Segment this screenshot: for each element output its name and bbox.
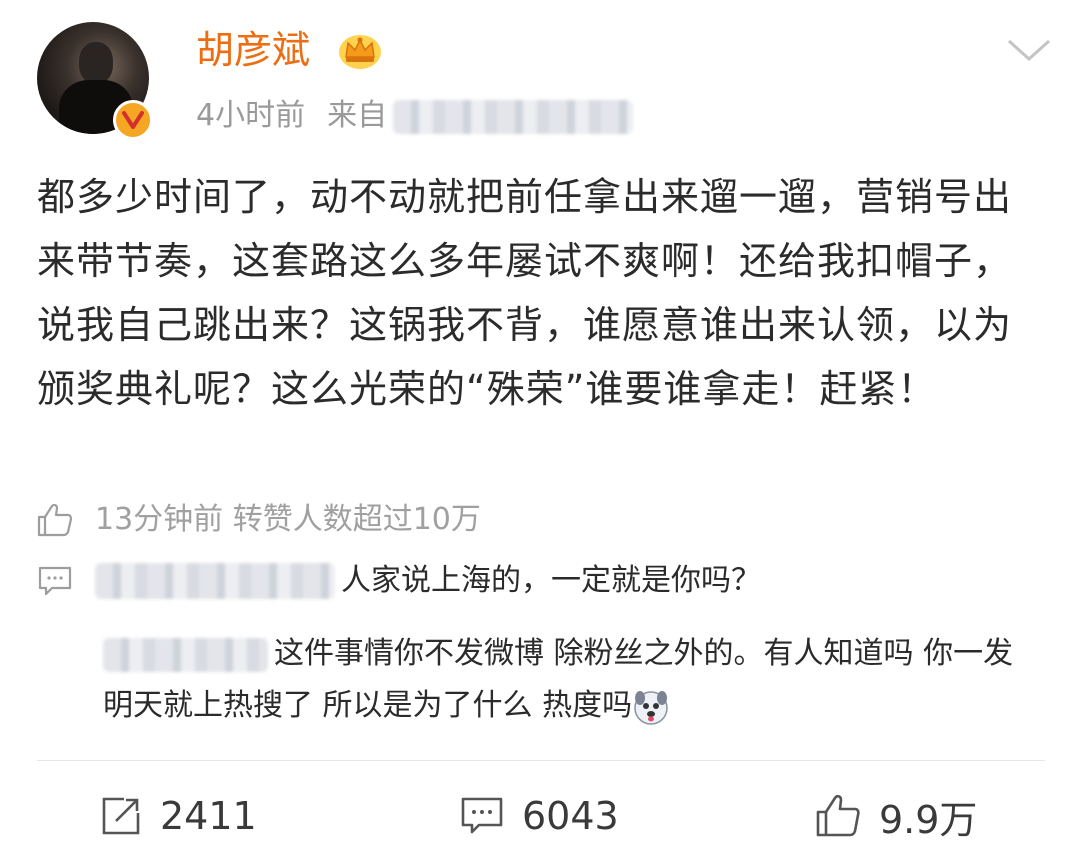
blurred-commenter[interactable] (103, 637, 268, 672)
verified-v-icon (113, 100, 153, 140)
blurred-source (393, 99, 634, 134)
weibo-post: 胡彦斌 4小时前 来自 都多少时间了，动不动就把前任拿出来遛一遛，营销号出来带节奏… (0, 0, 1080, 858)
divider (37, 760, 1045, 761)
repost-count: 2411 (160, 794, 257, 838)
username[interactable]: 胡彦斌 (196, 28, 310, 72)
comment-count: 6043 (522, 794, 619, 838)
comment-icon[interactable] (37, 565, 73, 597)
blurred-commenter[interactable] (95, 563, 335, 599)
comment-button[interactable]: 6043 (460, 788, 619, 844)
dog-face-emoji-icon (634, 690, 668, 725)
comment-row: 人家说上海的，一定就是你吗？ (37, 561, 761, 601)
source-label: 来自 (327, 98, 388, 133)
comment-text: 人家说上海的，一定就是你吗？ (341, 563, 761, 598)
comment-icon (461, 797, 503, 834)
comment-item: 这件事情你不发微博 除粉丝之外的。有人知道吗 你一发明天就上热搜了 所以是为了什… (103, 628, 1033, 732)
repost-button[interactable]: 2411 (100, 788, 257, 844)
post-time: 4小时前 (196, 98, 306, 133)
chevron-down-icon[interactable] (1005, 35, 1053, 65)
crown-vip-icon[interactable] (337, 30, 383, 70)
like-note: 13分钟前 转赞人数超过10万 (95, 502, 481, 537)
thumbs-up-icon (816, 794, 860, 837)
like-note-row: 13分钟前 转赞人数超过10万 (37, 500, 481, 540)
repost-icon (102, 797, 140, 835)
like-button[interactable]: 9.9万 (815, 788, 977, 844)
thumbs-up-icon[interactable] (37, 503, 73, 537)
post-content: 都多少时间了，动不动就把前任拿出来遛一遛，营销号出来带节奏，这套路这么多年屡试不… (37, 175, 1013, 411)
like-count: 9.9万 (879, 797, 978, 842)
post-meta: 4小时前 来自 (196, 96, 634, 136)
